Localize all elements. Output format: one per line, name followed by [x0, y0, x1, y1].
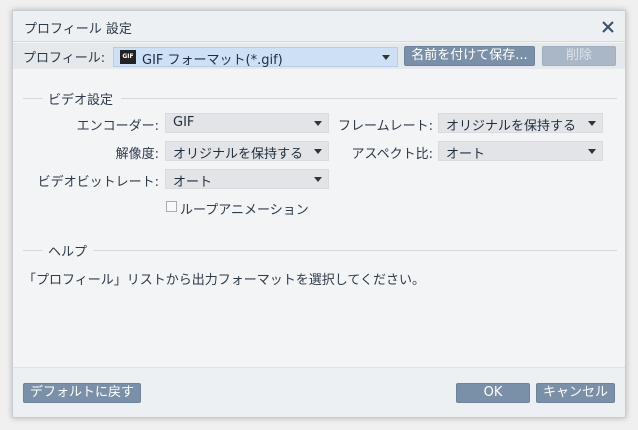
chevron-down-icon	[314, 177, 322, 182]
aspect-ratio-label: アスペクト比:	[351, 147, 433, 162]
frame-rate-label: フレームレート:	[338, 119, 433, 134]
close-button[interactable]	[597, 16, 619, 38]
loop-animation-checkbox[interactable]	[166, 201, 177, 212]
section-divider	[23, 250, 43, 251]
chevron-down-icon	[314, 149, 322, 154]
chevron-down-icon	[314, 121, 322, 126]
resolution-select[interactable]: オリジナルを保持する	[165, 141, 329, 162]
encoder-select[interactable]: GIF	[165, 113, 329, 133]
profile-row: プロフィール: GIF GIF フォーマット(*.gif) 名前を付けて保存..…	[13, 43, 625, 69]
encoder-label: エンコーダー:	[76, 119, 159, 134]
section-divider	[93, 250, 617, 251]
gif-format-icon: GIF	[120, 50, 136, 64]
close-icon	[602, 21, 614, 33]
video-section-title: ビデオ設定	[48, 93, 114, 108]
frame-rate-value: オリジナルを保持する	[446, 119, 577, 134]
loop-animation-label[interactable]: ループアニメーション	[180, 199, 309, 218]
help-text: 「プロフィール」リストから出力フォーマットを選択してください。	[23, 273, 425, 288]
resolution-label: 解像度:	[115, 147, 159, 162]
profile-value: GIF フォーマット(*.gif)	[142, 53, 283, 68]
aspect-ratio-value: オート	[446, 147, 486, 162]
bitrate-select[interactable]: オート	[165, 169, 329, 190]
dialog-title: プロフィール 設定	[24, 22, 132, 37]
frame-rate-select[interactable]: オリジナルを保持する	[438, 113, 603, 134]
section-divider	[23, 98, 43, 99]
resolution-value: オリジナルを保持する	[173, 147, 304, 162]
encoder-value: GIF	[173, 115, 195, 130]
profile-settings-dialog: プロフィール 設定 プロフィール: GIF GIF フォーマット(*.gif) …	[12, 10, 626, 418]
bitrate-value: オート	[173, 175, 213, 190]
aspect-ratio-select[interactable]: オート	[438, 141, 603, 162]
section-divider	[121, 98, 617, 99]
title-bar: プロフィール 設定	[13, 11, 625, 42]
profile-label: プロフィール:	[23, 51, 106, 66]
footer-bar: デフォルトに戻す OK キャンセル	[13, 367, 625, 417]
chevron-down-icon	[588, 121, 596, 126]
chevron-down-icon	[382, 55, 390, 60]
delete-button[interactable]: 削除	[542, 46, 616, 66]
save-as-button[interactable]: 名前を付けて保存...	[404, 46, 535, 66]
ok-button[interactable]: OK	[456, 383, 530, 403]
help-section-title: ヘルプ	[48, 245, 88, 260]
cancel-button[interactable]: キャンセル	[536, 383, 615, 403]
chevron-down-icon	[588, 149, 596, 154]
reset-defaults-button[interactable]: デフォルトに戻す	[23, 383, 141, 403]
bitrate-label: ビデオビットレート:	[37, 175, 159, 190]
profile-dropdown[interactable]: GIF GIF フォーマット(*.gif)	[113, 47, 398, 68]
